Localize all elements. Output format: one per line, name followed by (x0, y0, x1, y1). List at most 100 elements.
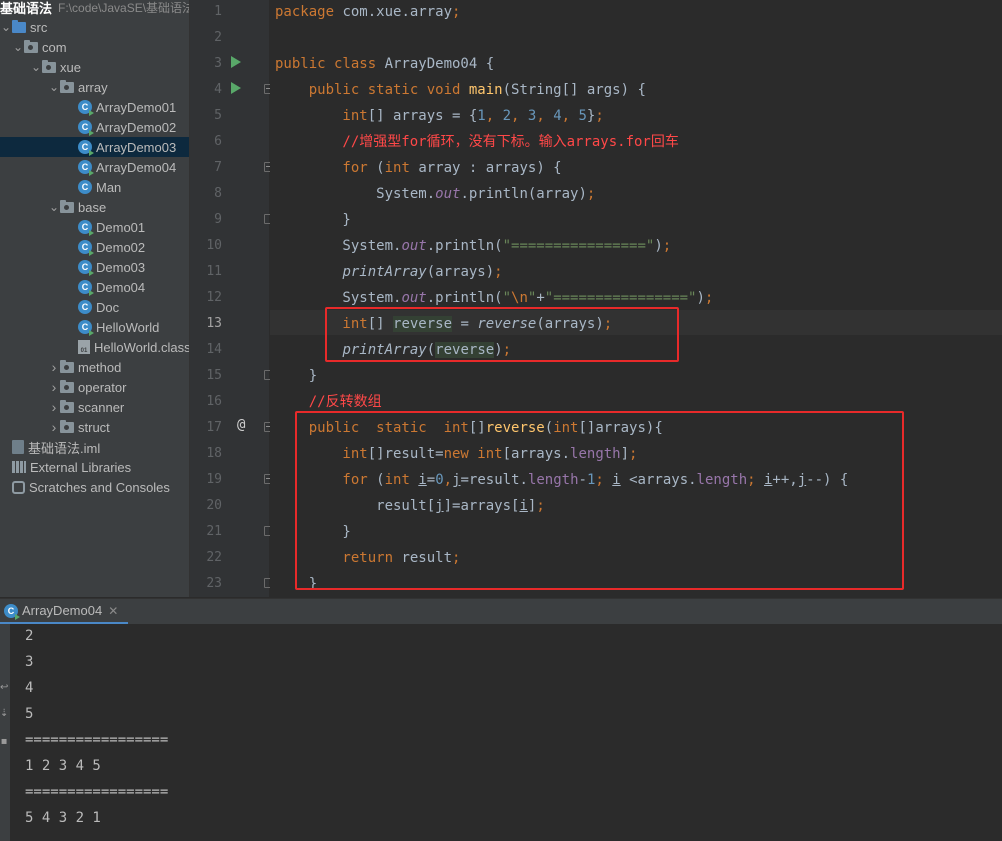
line-number[interactable]: 16 (190, 394, 222, 409)
tree-item[interactable]: ⌄ src (0, 17, 189, 37)
chevron-right-icon[interactable]: › (48, 399, 60, 415)
line-number[interactable]: 14 (190, 342, 222, 357)
line-number[interactable]: 3 (190, 56, 222, 71)
chevron-right-icon[interactable]: › (48, 359, 60, 375)
code-line[interactable]: } (275, 207, 350, 233)
chevron-down-icon[interactable]: ⌄ (30, 60, 42, 74)
code-token: \n (511, 290, 528, 306)
chevron-down-icon[interactable]: ⌄ (12, 40, 24, 54)
line-number[interactable]: 4 (190, 82, 222, 97)
line-number[interactable]: 10 (190, 238, 222, 253)
line-number[interactable]: 21 (190, 524, 222, 539)
class-file-icon: 01 (78, 340, 90, 354)
code-token: (arrays) (426, 264, 495, 280)
tree-item[interactable]: › struct (0, 417, 189, 437)
tree-item[interactable]: ⌄ com (0, 37, 189, 57)
tree-item[interactable]: C Demo02 (0, 237, 189, 257)
java-class-icon: C (78, 300, 92, 314)
line-number[interactable]: 7 (190, 160, 222, 175)
tree-item[interactable]: C ArrayDemo01 (0, 97, 189, 117)
tree-item[interactable]: ⌄ xue (0, 57, 189, 77)
console-output[interactable]: 2 3 4 5 ================= 1 2 3 4 5 ==========… (10, 624, 1002, 841)
package-icon (24, 39, 38, 53)
line-number[interactable]: 8 (190, 186, 222, 201)
tree-item[interactable]: › operator (0, 377, 189, 397)
chevron-down-icon[interactable]: ⌄ (48, 200, 60, 214)
line-number[interactable]: 2 (190, 30, 222, 45)
line-number[interactable]: 18 (190, 446, 222, 461)
tree-item[interactable]: C ArrayDemo02 (0, 117, 189, 137)
line-number[interactable]: 12 (190, 290, 222, 305)
line-number[interactable]: 6 (190, 134, 222, 149)
line-number[interactable]: 17 (190, 420, 222, 435)
print-icon[interactable]: ▪ (0, 736, 8, 747)
annotation-box-reverse-method (295, 411, 904, 590)
line-number[interactable]: 20 (190, 498, 222, 513)
line-number[interactable]: 11 (190, 264, 222, 279)
tree-item[interactable]: C Man (0, 177, 189, 197)
tree-item[interactable]: C Demo03 (0, 257, 189, 277)
code-line[interactable]: System.out.println(array); (275, 181, 595, 207)
code-line[interactable]: for (int array : arrays) { (275, 155, 561, 181)
code-token: out (401, 290, 427, 306)
line-number[interactable]: 1 (190, 4, 222, 19)
line-number[interactable]: 13 (190, 316, 222, 331)
tree-item[interactable]: C Demo04 (0, 277, 189, 297)
code-token: .println( (426, 290, 503, 306)
chevron-right-icon[interactable]: › (48, 379, 60, 395)
tree-item[interactable]: C Demo01 (0, 217, 189, 237)
tree-item[interactable]: Scratches and Consoles (0, 477, 189, 497)
line-number[interactable]: 5 (190, 108, 222, 123)
soft-wrap-icon[interactable]: ↩ (0, 682, 8, 693)
project-root[interactable]: 基础语法 F:\code\JavaSE\基础语法 (0, 0, 189, 17)
libraries-icon (12, 461, 26, 473)
java-class-runnable-icon: C (78, 320, 94, 336)
tree-item[interactable]: ⌄ base (0, 197, 189, 217)
scratches-icon (12, 480, 25, 494)
code-line[interactable]: //增强型for循环，没有下标。输入arrays.for回车 (275, 129, 678, 155)
code-token: ; (662, 238, 672, 254)
tree-item[interactable]: 01 HelloWorld.class (0, 337, 189, 357)
scroll-end-icon[interactable]: ⇣ (0, 708, 8, 719)
code-line[interactable]: public class ArrayDemo04 { (275, 51, 494, 77)
code-token: ; (704, 290, 714, 306)
line-number[interactable]: 23 (190, 576, 222, 591)
run-tab[interactable]: C ArrayDemo04 ✕ (0, 599, 128, 625)
line-number[interactable]: 19 (190, 472, 222, 487)
chevron-right-icon[interactable]: › (48, 419, 60, 435)
code-editor[interactable]: package com.xue.array; public class Array… (270, 0, 1002, 597)
code-token: ) (654, 238, 663, 254)
console-line: 2 (25, 628, 34, 644)
at-override-icon[interactable]: @ (237, 417, 245, 433)
run-tool-header: C ArrayDemo04 ✕ (0, 598, 1002, 625)
line-number[interactable]: 22 (190, 550, 222, 565)
chevron-down-icon[interactable]: ⌄ (48, 80, 60, 94)
tree-item[interactable]: C ArrayDemo04 (0, 157, 189, 177)
java-class-runnable-icon: C (78, 140, 94, 156)
tree-item[interactable]: C HelloWorld (0, 317, 189, 337)
tree-item-label: Demo02 (96, 239, 146, 255)
tree-item[interactable]: C ArrayDemo03 (0, 137, 189, 157)
chevron-down-icon[interactable]: ⌄ (0, 20, 12, 34)
line-number[interactable]: 9 (190, 212, 222, 227)
line-number[interactable]: 15 (190, 368, 222, 383)
code-line[interactable]: System.out.println("================"); (275, 233, 671, 259)
tree-item[interactable]: › scanner (0, 397, 189, 417)
run-class-icon[interactable] (231, 56, 241, 68)
code-line[interactable]: package com.xue.array; (275, 0, 460, 25)
code-line[interactable]: public static void main(String[] args) { (275, 77, 646, 103)
code-line[interactable]: } (275, 363, 317, 389)
code-token: ( (376, 160, 385, 176)
code-line[interactable]: int[] arrays = {1, 2, 3, 4, 5}; (275, 103, 603, 129)
close-icon[interactable]: ✕ (108, 604, 118, 618)
code-token: System. (275, 290, 402, 306)
tree-item[interactable]: 基础语法.iml (0, 437, 189, 457)
tree-item[interactable]: External Libraries (0, 457, 189, 477)
code-line[interactable]: printArray(arrays); (275, 259, 502, 285)
package-icon (42, 59, 56, 73)
tree-item[interactable]: C Doc (0, 297, 189, 317)
tree-item[interactable]: ⌄ array (0, 77, 189, 97)
tree-item[interactable]: › method (0, 357, 189, 377)
tree-item-label: com (42, 39, 67, 55)
run-main-icon[interactable] (231, 82, 241, 94)
